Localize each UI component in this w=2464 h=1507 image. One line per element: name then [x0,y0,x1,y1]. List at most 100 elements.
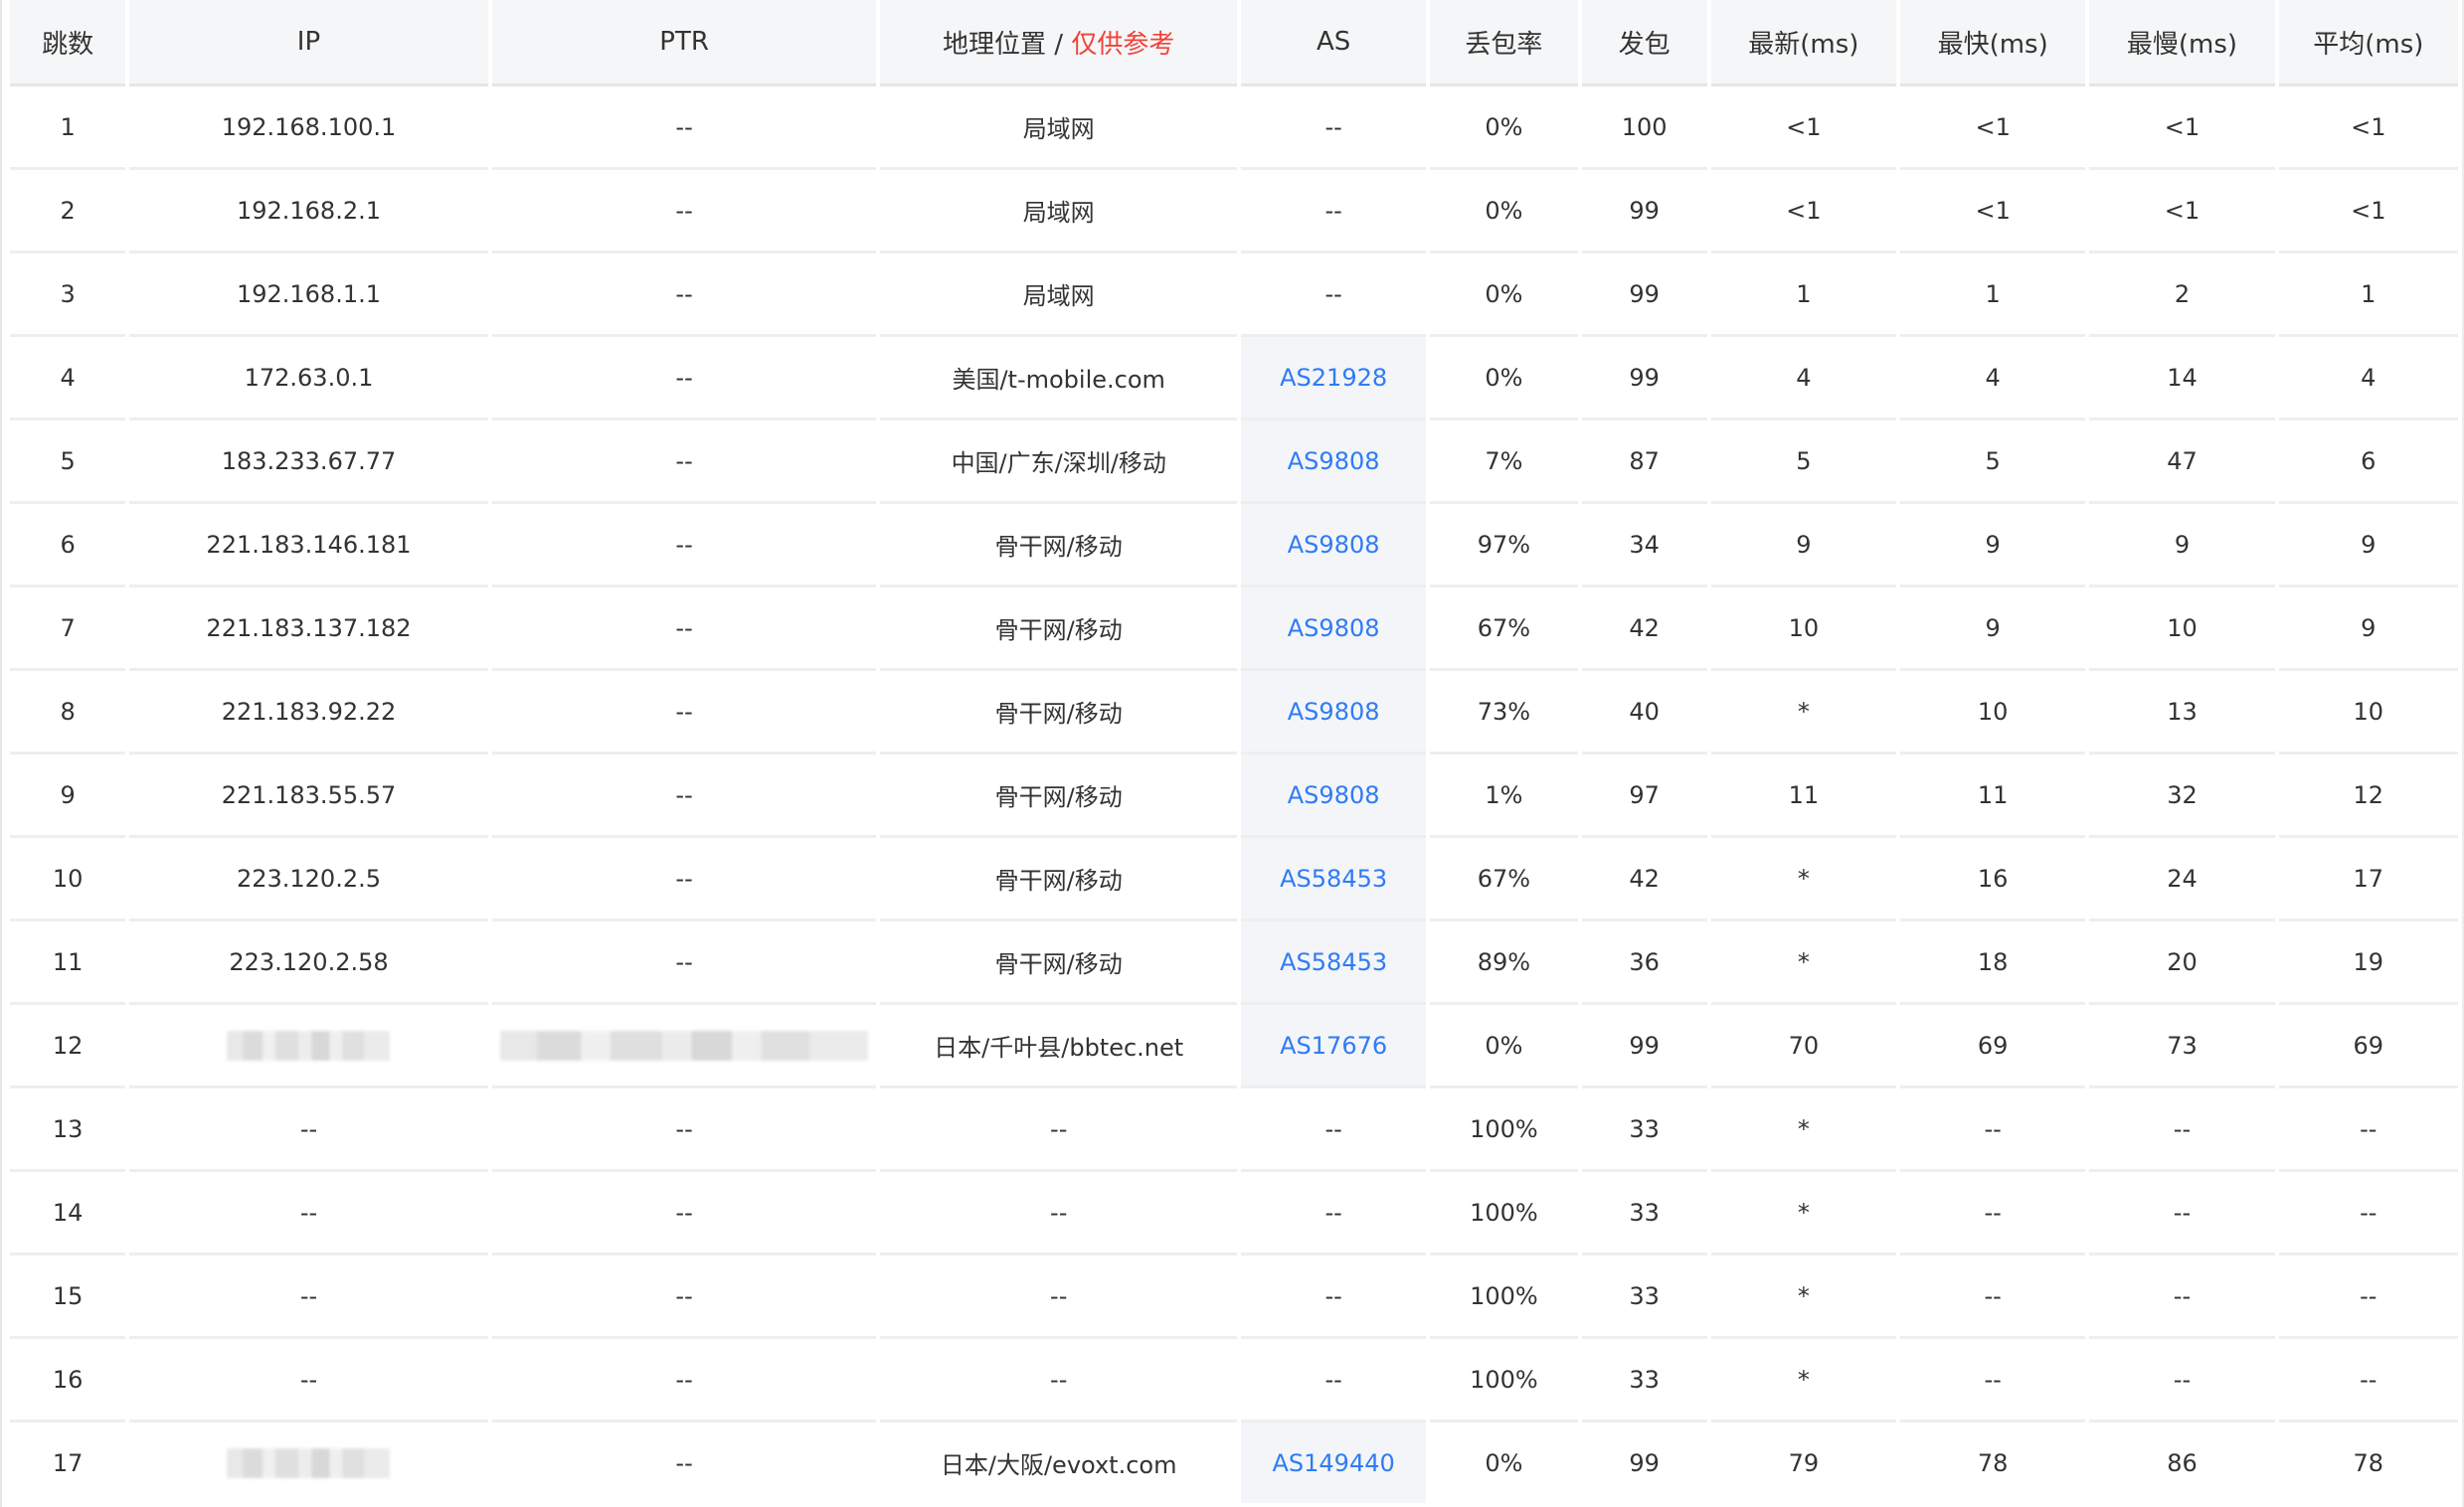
geo-cell: 骨干网/移动 [880,671,1237,754]
ptr-cell: -- [491,754,877,838]
table-row: 9 221.183.55.57 -- 骨干网/移动 AS9808 1% 97 11 11 32 12 [10,754,2458,838]
last-cell: 70 [1710,1005,1897,1088]
hop-cell: 5 [10,420,126,504]
loss-cell: 73% [1430,671,1578,754]
as-link[interactable]: AS21928 [1280,364,1387,392]
avg-cell: 9 [2278,504,2458,587]
best-cell: 10 [1900,671,2086,754]
sent-cell: 100 [1581,86,1707,170]
as-cell: AS9808 [1240,420,1427,504]
hop-cell: 7 [10,587,126,671]
ptr-cell: -- [491,1256,877,1339]
sent-cell: 97 [1581,754,1707,838]
best-cell: <1 [1900,170,2086,253]
as-cell: AS9808 [1240,504,1427,587]
sent-cell: 99 [1581,253,1707,337]
last-cell: * [1710,838,1897,921]
loss-cell: 0% [1430,170,1578,253]
as-link[interactable]: AS9808 [1288,698,1380,726]
hop-cell: 4 [10,337,126,420]
loss-cell: 89% [1430,921,1578,1005]
best-cell: 9 [1900,504,2086,587]
hop-cell: 3 [10,253,126,337]
ip-cell: 223.120.2.5 [129,838,488,921]
worst-cell: 73 [2089,1005,2275,1088]
sent-cell: 36 [1581,921,1707,1005]
as-link[interactable]: AS149440 [1272,1449,1394,1477]
last-cell: * [1710,1172,1897,1256]
avg-cell: <1 [2278,86,2458,170]
last-cell: 1 [1710,253,1897,337]
loss-cell: 100% [1430,1256,1578,1339]
ptr-cell: -- [491,838,877,921]
ip-cell: 221.183.92.22 [129,671,488,754]
as-link[interactable]: AS9808 [1288,781,1380,809]
worst-cell: -- [2089,1172,2275,1256]
header-last: 最新(ms) [1710,0,1897,86]
hop-cell: 6 [10,504,126,587]
geo-cell: 骨干网/移动 [880,587,1237,671]
best-cell: 16 [1900,838,2086,921]
worst-cell: 14 [2089,337,2275,420]
last-cell: 4 [1710,337,1897,420]
ptr-cell: -- [491,1339,877,1423]
best-cell: 69 [1900,1005,2086,1088]
header-best: 最快(ms) [1900,0,2086,86]
table-row: 3 192.168.1.1 -- 局域网 -- 0% 99 1 1 2 1 [10,253,2458,337]
as-link[interactable]: AS58453 [1280,948,1387,976]
ptr-cell: -- [491,170,877,253]
hop-cell: 16 [10,1339,126,1423]
as-link[interactable]: AS58453 [1280,865,1387,893]
as-link[interactable]: AS9808 [1288,447,1380,475]
worst-cell: 9 [2089,504,2275,587]
as-link[interactable]: AS17676 [1280,1032,1387,1060]
avg-cell: 4 [2278,337,2458,420]
geo-cell: -- [880,1256,1237,1339]
best-cell: 4 [1900,337,2086,420]
as-link[interactable]: AS9808 [1288,614,1380,642]
geo-cell: 骨干网/移动 [880,838,1237,921]
sent-cell: 99 [1581,170,1707,253]
redacted-ip [227,1030,391,1061]
header-as: AS [1240,0,1427,86]
as-cell: AS149440 [1240,1423,1427,1503]
table-row: 2 192.168.2.1 -- 局域网 -- 0% 99 <1 <1 <1 <1 [10,170,2458,253]
last-cell: <1 [1710,170,1897,253]
worst-cell: -- [2089,1088,2275,1172]
last-cell: * [1710,921,1897,1005]
ip-cell: -- [129,1339,488,1423]
loss-cell: 97% [1430,504,1578,587]
best-cell: 9 [1900,587,2086,671]
worst-cell: -- [2089,1339,2275,1423]
worst-cell: 86 [2167,1448,2198,1477]
hop-cell: 10 [10,838,126,921]
hop-cell: 15 [10,1256,126,1339]
worst-cell: <1 [2089,170,2275,253]
ptr-cell: -- [491,921,877,1005]
best-cell: 1 [1900,253,2086,337]
last-cell: 79 [1788,1448,1820,1477]
table-body: 1 192.168.100.1 -- 局域网 -- 0% 100 <1 <1 <1 <1 2 192.1… [10,86,2458,1503]
ip-cell: 172.63.0.1 [129,337,488,420]
last-cell: * [1710,1088,1897,1172]
ip-cell: 192.168.100.1 [129,86,488,170]
best-cell: 18 [1900,921,2086,1005]
as-cell: AS9808 [1240,754,1427,838]
sent-cell: 99 [1629,1448,1660,1477]
hop-cell: 8 [10,671,126,754]
ptr-cell: -- [675,1448,693,1477]
header-sent: 发包 [1581,0,1707,86]
as-link[interactable]: AS9808 [1288,531,1380,559]
loss-cell: 67% [1430,587,1578,671]
loss-cell: 7% [1430,420,1578,504]
ip-cell: 192.168.2.1 [129,170,488,253]
table-row: 1 192.168.100.1 -- 局域网 -- 0% 100 <1 <1 <1 <1 [10,86,2458,170]
avg-cell: 6 [2278,420,2458,504]
geo-cell: -- [880,1088,1237,1172]
sent-cell: 42 [1581,587,1707,671]
table-row: 12 日本/千叶县/bbtec.net AS17676 0% 99 70 69 73 69 [10,1005,2458,1088]
ip-cell: 221.183.55.57 [129,754,488,838]
traceroute-panel: 跳数 IP PTR 地理位置 / 仅供参考 AS 丢包率 发包 最新(ms) 最… [0,0,2464,1507]
worst-cell: 47 [2089,420,2275,504]
avg-cell: 9 [2278,587,2458,671]
